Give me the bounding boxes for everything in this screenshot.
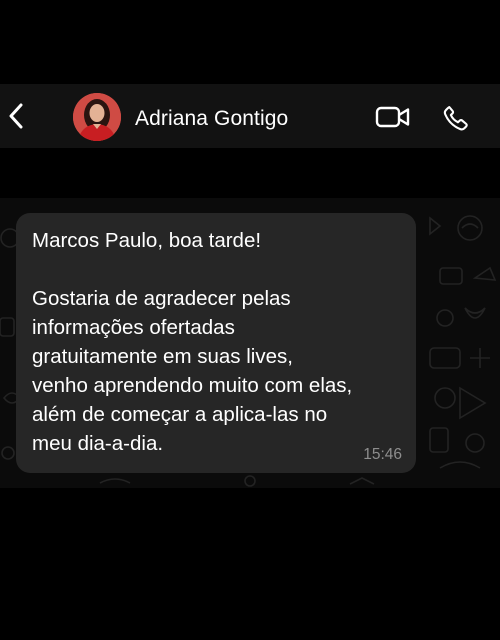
message-line: além de começar a aplica-las no (32, 403, 328, 426)
video-call-button[interactable] (375, 104, 411, 130)
message-line: Gostaria de agradecer pelas (32, 287, 291, 310)
chat-area: Marcos Paulo, boa tarde! Gostaria de agr… (0, 198, 500, 488)
message-line: venho aprendendo muito com elas, (32, 374, 353, 397)
message-line: informações ofertadas (32, 316, 235, 339)
contact-name[interactable]: Adriana Gontigo (135, 106, 288, 132)
message-timestamp: 15:46 (363, 446, 402, 463)
message-bubble[interactable]: Marcos Paulo, boa tarde! Gostaria de agr… (16, 213, 416, 473)
chat-header: Adriana Gontigo (0, 84, 500, 148)
message-line: gratuitamente em suas lives, (32, 345, 293, 368)
message-greeting: Marcos Paulo, boa tarde! (32, 229, 262, 252)
back-button[interactable] (2, 94, 30, 138)
avatar[interactable] (73, 93, 121, 141)
message-text: Marcos Paulo, boa tarde! Gostaria de agr… (32, 226, 408, 458)
video-camera-icon (375, 106, 410, 128)
message-line: meu dia-a-dia. (32, 432, 164, 455)
chevron-left-icon (9, 103, 23, 129)
voice-call-button[interactable] (440, 102, 472, 134)
phone-icon (443, 105, 468, 131)
